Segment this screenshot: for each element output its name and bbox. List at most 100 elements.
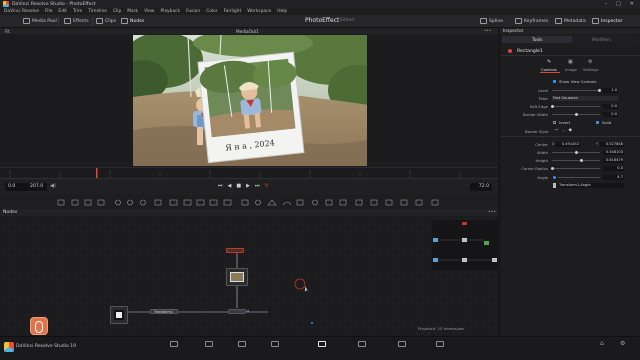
angle-slider[interactable] bbox=[558, 177, 600, 178]
menu-davinci-resolve[interactable]: DaVinci Resolve bbox=[4, 9, 39, 14]
settings-tab-icon[interactable]: ⚙ bbox=[588, 59, 592, 65]
angle-value[interactable]: 4.7 bbox=[603, 175, 624, 180]
menu-view[interactable]: View bbox=[144, 9, 154, 14]
media-in-node[interactable] bbox=[226, 268, 248, 286]
deliver-page-icon[interactable] bbox=[398, 341, 406, 347]
timecode-start[interactable]: 0.0 bbox=[5, 183, 29, 191]
menu-timeline[interactable]: Timeline bbox=[88, 9, 107, 14]
menu-color[interactable]: Color bbox=[206, 9, 217, 14]
menu-fusion[interactable]: Fusion bbox=[186, 9, 200, 14]
effects-button[interactable]: Effects bbox=[64, 18, 89, 24]
invert-checkbox[interactable] bbox=[553, 121, 556, 124]
solid-checkbox[interactable] bbox=[596, 121, 599, 124]
show-view-controls-checkbox[interactable] bbox=[553, 80, 556, 83]
angle-linked-icon[interactable] bbox=[553, 175, 556, 179]
menu-edit[interactable]: Edit bbox=[58, 9, 67, 14]
subtab-image[interactable]: Image bbox=[565, 67, 577, 72]
menu-fairlight[interactable]: Fairlight bbox=[224, 9, 242, 14]
transform-node[interactable]: Transform1 bbox=[150, 309, 178, 314]
corner-radius-slider[interactable] bbox=[552, 168, 600, 169]
close-button[interactable]: ✕ bbox=[630, 1, 634, 7]
go-to-end-icon[interactable]: ⏭ bbox=[255, 183, 260, 189]
media-page-icon[interactable] bbox=[170, 341, 178, 347]
center-x-value[interactable]: 0.491452 bbox=[556, 142, 580, 147]
soft-edge-knob[interactable] bbox=[551, 104, 554, 108]
color-page-icon[interactable] bbox=[318, 341, 326, 347]
speaker-icon[interactable]: ◀) bbox=[50, 183, 56, 189]
width-label: Width bbox=[536, 150, 548, 155]
center-y-value[interactable]: 0.527848 bbox=[600, 142, 624, 147]
menu-playback[interactable]: Playback bbox=[161, 9, 181, 14]
border-style-bevel-icon[interactable]: ⌐ bbox=[555, 128, 559, 133]
metadata-button[interactable]: Metadata bbox=[555, 18, 586, 24]
fusion-page-icon[interactable] bbox=[271, 341, 279, 347]
border-style-round-icon[interactable]: ◟ bbox=[563, 128, 565, 133]
corner-radius-knob[interactable] bbox=[551, 166, 554, 170]
tab-modifiers[interactable]: Modifiers bbox=[572, 36, 638, 43]
home-icon[interactable]: ⌂ bbox=[600, 340, 604, 347]
timecode-end[interactable]: 207.0 bbox=[27, 183, 47, 191]
soft-edge-value[interactable]: 0.0 bbox=[603, 104, 618, 109]
play-reverse-icon[interactable]: ◀ bbox=[228, 183, 232, 189]
maximize-button[interactable]: □ bbox=[616, 1, 621, 7]
node-color-icon bbox=[508, 49, 512, 53]
tab-tools[interactable]: Tools bbox=[502, 36, 572, 43]
nodes-options-icon[interactable]: ••• bbox=[488, 210, 496, 215]
rectangle-node[interactable] bbox=[226, 248, 244, 253]
viewer-frame[interactable]: Я н а , 2024 bbox=[133, 35, 367, 166]
settings-icon[interactable]: ⚙ bbox=[620, 340, 625, 347]
center-label: Center bbox=[535, 142, 548, 147]
border-style-miter-icon[interactable]: ◆ bbox=[569, 128, 572, 133]
border-width-knob[interactable] bbox=[575, 112, 578, 116]
edit-page-icon[interactable] bbox=[238, 341, 246, 347]
inspector-button[interactable]: Inspector bbox=[592, 18, 622, 24]
soft-edge-slider[interactable] bbox=[552, 106, 600, 107]
minimize-button[interactable]: – bbox=[605, 1, 608, 7]
width-knob[interactable] bbox=[575, 150, 578, 154]
width-value[interactable]: 0.548103 bbox=[603, 150, 624, 155]
menu-file[interactable]: File bbox=[45, 9, 52, 14]
spline-button[interactable]: Spline bbox=[480, 18, 503, 24]
keyframes-button[interactable]: Keyframes bbox=[515, 18, 548, 24]
inspector-title: Inspector bbox=[503, 28, 524, 34]
menu-mark[interactable]: Mark bbox=[127, 9, 138, 14]
nodes-button[interactable]: Nodes bbox=[121, 18, 144, 24]
time-ruler[interactable] bbox=[0, 167, 498, 180]
filter-dropdown[interactable]: Fast Gaussian bbox=[552, 96, 618, 101]
height-slider[interactable] bbox=[552, 160, 600, 161]
media-pool-button[interactable]: Media Pool bbox=[23, 18, 57, 24]
level-value[interactable]: 1.0 bbox=[603, 88, 618, 93]
image-tab-icon[interactable]: ▣ bbox=[568, 59, 573, 65]
angle-expression-field[interactable]: Transform1.Angle bbox=[558, 183, 624, 188]
controls-tab-icon[interactable]: ✎ bbox=[547, 59, 551, 65]
menu-trim[interactable]: Trim bbox=[73, 9, 82, 14]
edited-status: Edited bbox=[340, 18, 354, 23]
play-icon[interactable]: ▶ bbox=[246, 183, 250, 189]
deliver2-page-icon[interactable] bbox=[436, 341, 444, 347]
corner-radius-value[interactable]: 0.0 bbox=[603, 166, 624, 171]
merge-node[interactable] bbox=[228, 309, 246, 314]
border-style-label: Border Style bbox=[525, 129, 549, 134]
corner-radius-label: Corner Radius bbox=[521, 166, 548, 171]
level-slider[interactable] bbox=[552, 90, 600, 91]
border-width-value[interactable]: 0.0 bbox=[603, 112, 618, 117]
background-node[interactable] bbox=[110, 306, 128, 324]
menu-workspace[interactable]: Workspace bbox=[247, 9, 271, 14]
level-knob[interactable] bbox=[598, 88, 601, 92]
menu-help[interactable]: Help bbox=[277, 9, 287, 14]
cut-page-icon[interactable] bbox=[205, 341, 213, 347]
current-frame[interactable]: 72.0 bbox=[470, 183, 492, 191]
stop-icon[interactable]: ■ bbox=[236, 183, 241, 189]
height-knob[interactable] bbox=[580, 158, 583, 162]
menu-clip[interactable]: Clip bbox=[113, 9, 121, 14]
viewer-zoom-select[interactable]: Fit bbox=[5, 29, 10, 34]
clips-button[interactable]: Clips bbox=[96, 18, 116, 24]
subtab-settings[interactable]: Settings bbox=[583, 67, 599, 72]
border-width-label: Border Width bbox=[523, 112, 548, 117]
fairlight-page-icon[interactable] bbox=[358, 341, 366, 347]
loop-icon[interactable]: ↻ bbox=[264, 183, 268, 189]
viewer-options-icon[interactable]: ••• bbox=[484, 28, 491, 33]
node-graph[interactable] bbox=[0, 216, 498, 336]
height-value[interactable]: 0.616479 bbox=[603, 158, 624, 163]
go-to-start-icon[interactable]: ⏮ bbox=[218, 183, 223, 189]
